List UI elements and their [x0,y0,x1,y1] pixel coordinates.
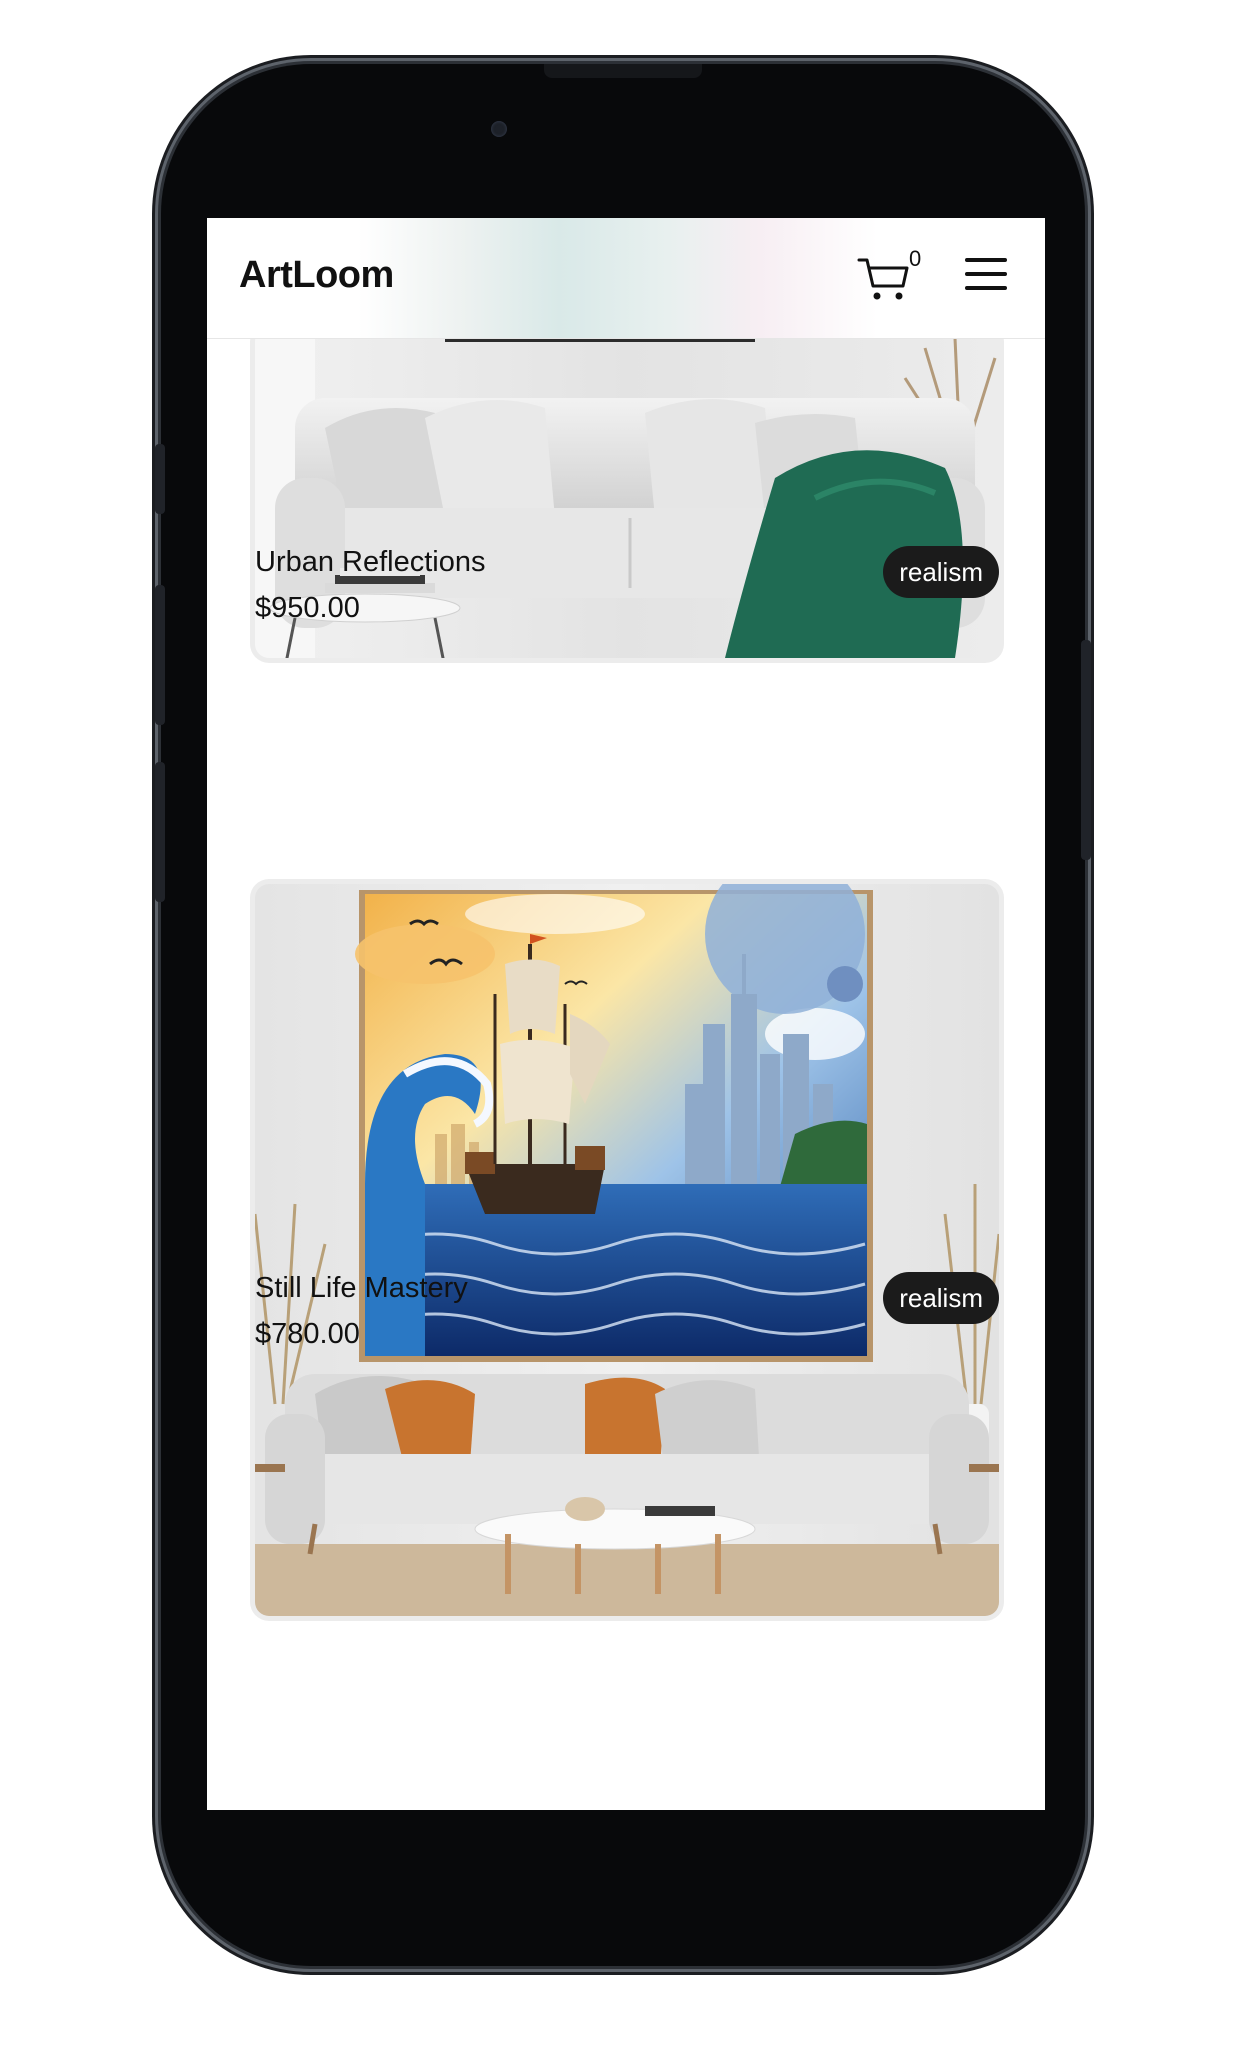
phone-notch [544,64,702,78]
brand-logo[interactable]: ArtLoom [239,254,394,297]
phone-power-button [1081,640,1091,860]
phone-volume-up-button [155,585,165,725]
artwork-image[interactable] [255,884,999,1616]
app-header: ArtLoom 0 [207,218,1045,339]
menu-button[interactable] [963,256,1011,296]
artwork-price: $780.00 [255,1318,360,1350]
style-tag[interactable]: realism [883,546,999,598]
artwork-title[interactable]: Urban Reflections [255,546,486,579]
artwork-card[interactable] [255,884,999,1616]
artwork-title[interactable]: Still Life Mastery [255,1272,468,1305]
shopping-cart-icon [857,258,909,300]
room-scene-image [255,884,999,1616]
phone-mute-switch [155,444,165,514]
room-scene-image [255,328,999,658]
page: ArtLoom 0 Urban Reflections $950.00 real… [0,0,1244,2047]
front-camera [491,121,507,137]
artwork-card[interactable] [255,328,999,698]
artwork-price: $950.00 [255,592,360,624]
app-screen: ArtLoom 0 Urban Reflections $950.00 real… [207,218,1045,1810]
artwork-image[interactable] [255,328,999,658]
style-tag[interactable]: realism [883,1272,999,1324]
phone-volume-down-button [155,762,165,902]
cart-count-badge: 0 [909,246,922,271]
